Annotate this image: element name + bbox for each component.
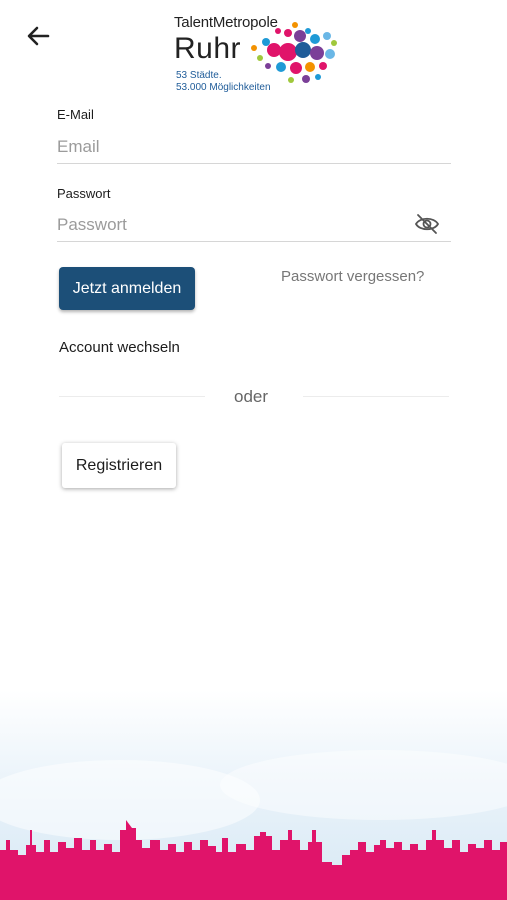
logo-dots-graphic <box>251 22 337 83</box>
skyline-illustration <box>0 690 507 900</box>
email-label: E-Mail <box>57 107 94 122</box>
divider-line-right <box>303 396 449 397</box>
divider-line-left <box>59 396 205 397</box>
password-visibility-toggle[interactable] <box>413 212 441 236</box>
logo: TalentMetropole Ruhr 53 Städte. 53.000 M… <box>174 14 344 96</box>
register-button[interactable]: Registrieren <box>62 443 176 488</box>
switch-account-link[interactable]: Account wechseln <box>59 339 180 356</box>
arrow-left-icon <box>27 26 50 46</box>
login-button[interactable]: Jetzt anmelden <box>59 267 195 310</box>
back-button[interactable] <box>22 20 54 52</box>
eye-off-icon <box>414 214 440 234</box>
password-label: Passwort <box>57 186 111 201</box>
logo-line2: Ruhr <box>174 32 242 65</box>
logo-tagline1: 53 Städte. <box>176 70 222 81</box>
forgot-password-link[interactable]: Passwort vergessen? <box>281 268 424 285</box>
password-field[interactable] <box>57 208 451 242</box>
divider-label: oder <box>234 387 269 406</box>
email-field[interactable] <box>57 130 451 164</box>
